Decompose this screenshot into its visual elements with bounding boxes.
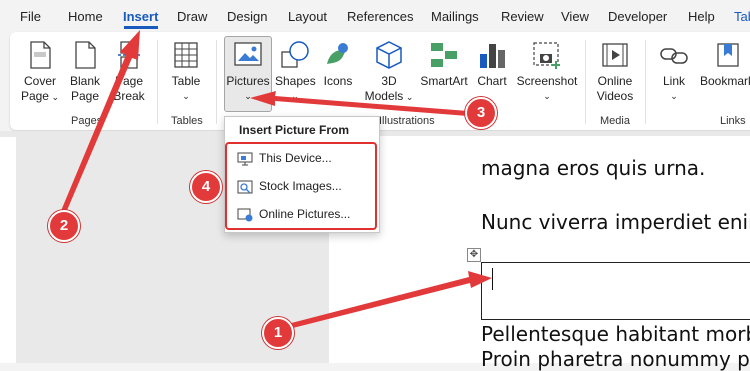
arrow-to-insert-tab — [58, 30, 140, 222]
callout-1: 1 — [262, 317, 294, 349]
callout-4: 4 — [190, 171, 222, 203]
callout-2: 2 — [48, 210, 80, 242]
arrow-to-cursor — [276, 271, 492, 332]
arrow-to-pictures — [250, 91, 468, 116]
annotation-arrows — [58, 30, 492, 332]
callout-3: 3 — [465, 97, 497, 129]
